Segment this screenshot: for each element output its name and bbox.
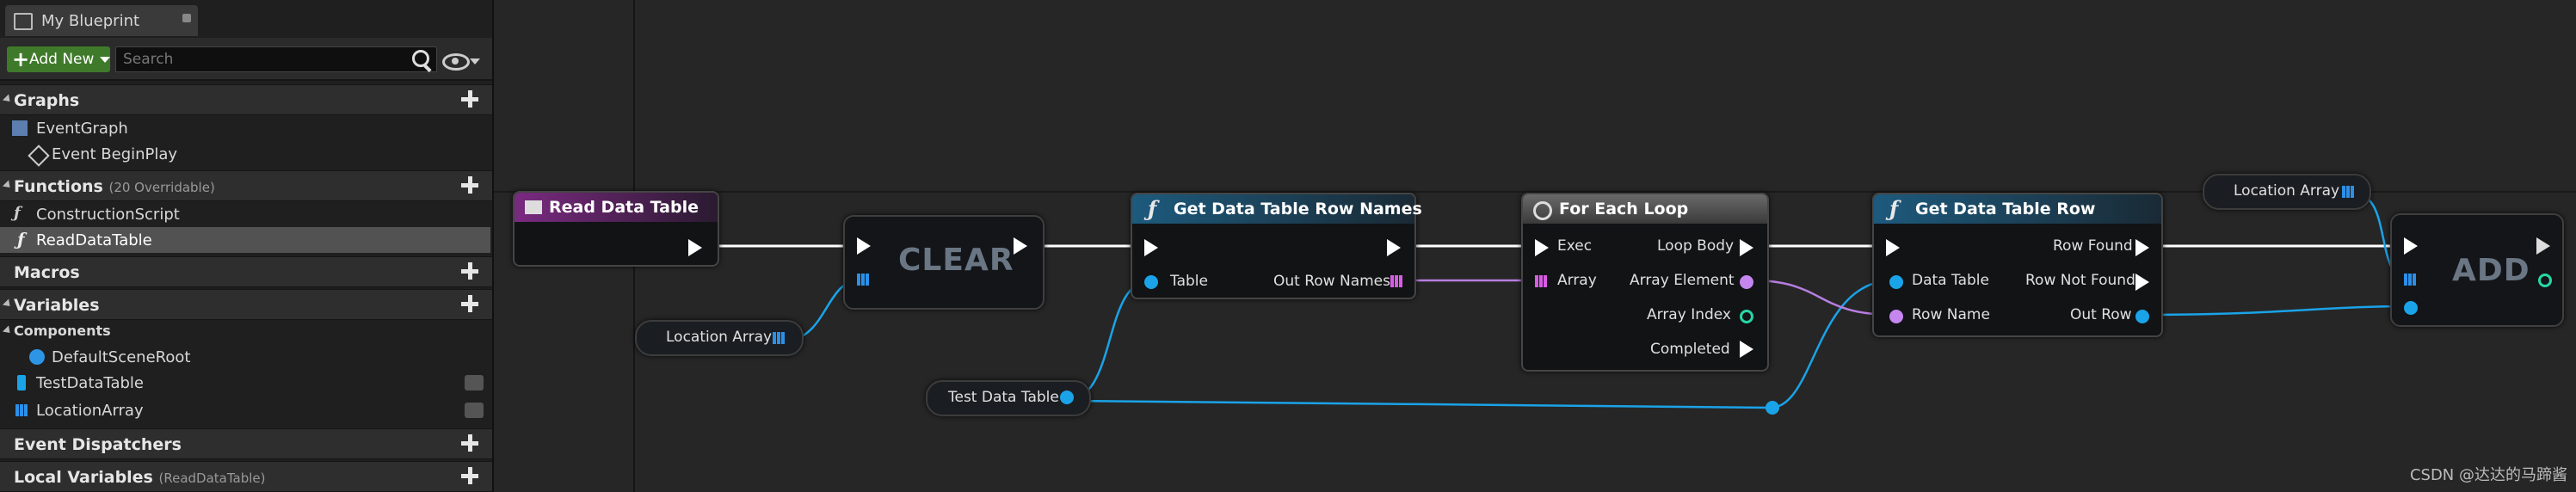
array-index-pin[interactable] bbox=[1740, 310, 1753, 323]
data-table-in-pin[interactable] bbox=[1889, 275, 1903, 289]
clear-node[interactable]: CLEAR bbox=[843, 215, 1045, 310]
exec-out-arrow-icon bbox=[2536, 237, 2550, 255]
watermark: CSDN @达达的马蹄酱 bbox=[2409, 466, 2567, 484]
node-title: CLEAR bbox=[898, 243, 1014, 278]
object-out-pin[interactable] bbox=[1060, 391, 1074, 404]
location-array-getter[interactable]: Location Array bbox=[2203, 174, 2371, 210]
pin-label: Out Row Names bbox=[1273, 273, 1390, 290]
function-icon: ƒ bbox=[1148, 196, 1157, 221]
exec-in-pin[interactable] bbox=[1535, 239, 1549, 256]
exec-out-pin[interactable] bbox=[1387, 239, 1401, 256]
pin-label: Row Name bbox=[1912, 306, 1990, 323]
read-data-table-node[interactable]: Read Data Table bbox=[513, 191, 719, 267]
exec-in-pin[interactable] bbox=[1144, 239, 1158, 256]
loop-icon bbox=[1533, 201, 1552, 220]
row-found-exec-pin[interactable] bbox=[2135, 239, 2149, 256]
pin-label: Row Not Found bbox=[2025, 272, 2135, 289]
pin-label: Array bbox=[1557, 272, 1597, 289]
array-element-pin[interactable] bbox=[1740, 275, 1753, 289]
for-each-loop-node[interactable]: For Each Loop Exec Array Loop Body Array… bbox=[1521, 193, 1769, 372]
exec-in-pin[interactable] bbox=[857, 237, 871, 255]
location-array-getter[interactable]: Location Array bbox=[635, 320, 804, 356]
reroute-node[interactable] bbox=[1766, 401, 1779, 415]
table-in-pin[interactable] bbox=[1144, 275, 1158, 289]
row-name-in-pin[interactable] bbox=[1889, 310, 1903, 323]
pin-label: Data Table bbox=[1912, 272, 1989, 289]
node-title: ADD bbox=[2452, 253, 2530, 288]
exec-out-pin[interactable] bbox=[1014, 237, 1027, 255]
pin-label: Loop Body bbox=[1657, 237, 1735, 255]
pin-label: Row Found bbox=[2053, 237, 2133, 255]
node-title: Get Data Table Row bbox=[1915, 200, 2096, 218]
pin-label: Exec bbox=[1557, 237, 1593, 255]
exec-in-pin[interactable] bbox=[2404, 237, 2418, 255]
array-out-pin[interactable] bbox=[2342, 186, 2354, 198]
row-not-found-exec-pin[interactable] bbox=[2135, 274, 2149, 291]
function-entry-icon bbox=[525, 200, 542, 214]
array-in-pin[interactable] bbox=[1535, 275, 1547, 287]
function-icon: ƒ bbox=[1889, 196, 1899, 221]
var-label: Location Array bbox=[666, 329, 773, 346]
struct-wire bbox=[2142, 304, 2410, 317]
get-data-table-row-node[interactable]: ƒ Get Data Table Row Data Table Row Name… bbox=[1872, 193, 2163, 337]
object-wire bbox=[1064, 399, 1772, 409]
node-title: Read Data Table bbox=[549, 198, 699, 217]
loop-body-exec-pin[interactable] bbox=[1740, 239, 1753, 256]
item-in-pin[interactable] bbox=[2404, 301, 2418, 315]
array-in-pin[interactable] bbox=[857, 274, 869, 286]
completed-exec-pin[interactable] bbox=[1740, 341, 1753, 358]
exec-in-pin[interactable] bbox=[1886, 239, 1900, 256]
test-data-table-getter[interactable]: Test Data Table bbox=[926, 380, 1091, 416]
node-title: For Each Loop bbox=[1559, 200, 1689, 218]
var-label: Location Array bbox=[2234, 182, 2340, 200]
name-array-out-pin[interactable] bbox=[1390, 275, 1402, 287]
node-title: Get Data Table Row Names bbox=[1174, 200, 1422, 218]
pin-label: Completed bbox=[1650, 341, 1730, 358]
exec-out-pin[interactable] bbox=[688, 239, 702, 256]
pin-label: Out Row bbox=[2070, 306, 2132, 323]
out-row-pin[interactable] bbox=[2135, 310, 2149, 323]
var-label: Test Data Table bbox=[948, 389, 1059, 406]
index-out-pin[interactable] bbox=[2538, 274, 2552, 287]
get-data-table-row-names-node[interactable]: ƒ Get Data Table Row Names Table Out Row… bbox=[1131, 193, 1422, 299]
array-out-pin[interactable] bbox=[773, 332, 785, 344]
pin-label: Array Index bbox=[1647, 306, 1731, 323]
pin-label: Table bbox=[1170, 273, 1208, 290]
add-node[interactable]: ADD bbox=[2390, 213, 2564, 327]
array-in-pin[interactable] bbox=[2404, 274, 2416, 286]
pin-label: Array Element bbox=[1630, 272, 1735, 289]
